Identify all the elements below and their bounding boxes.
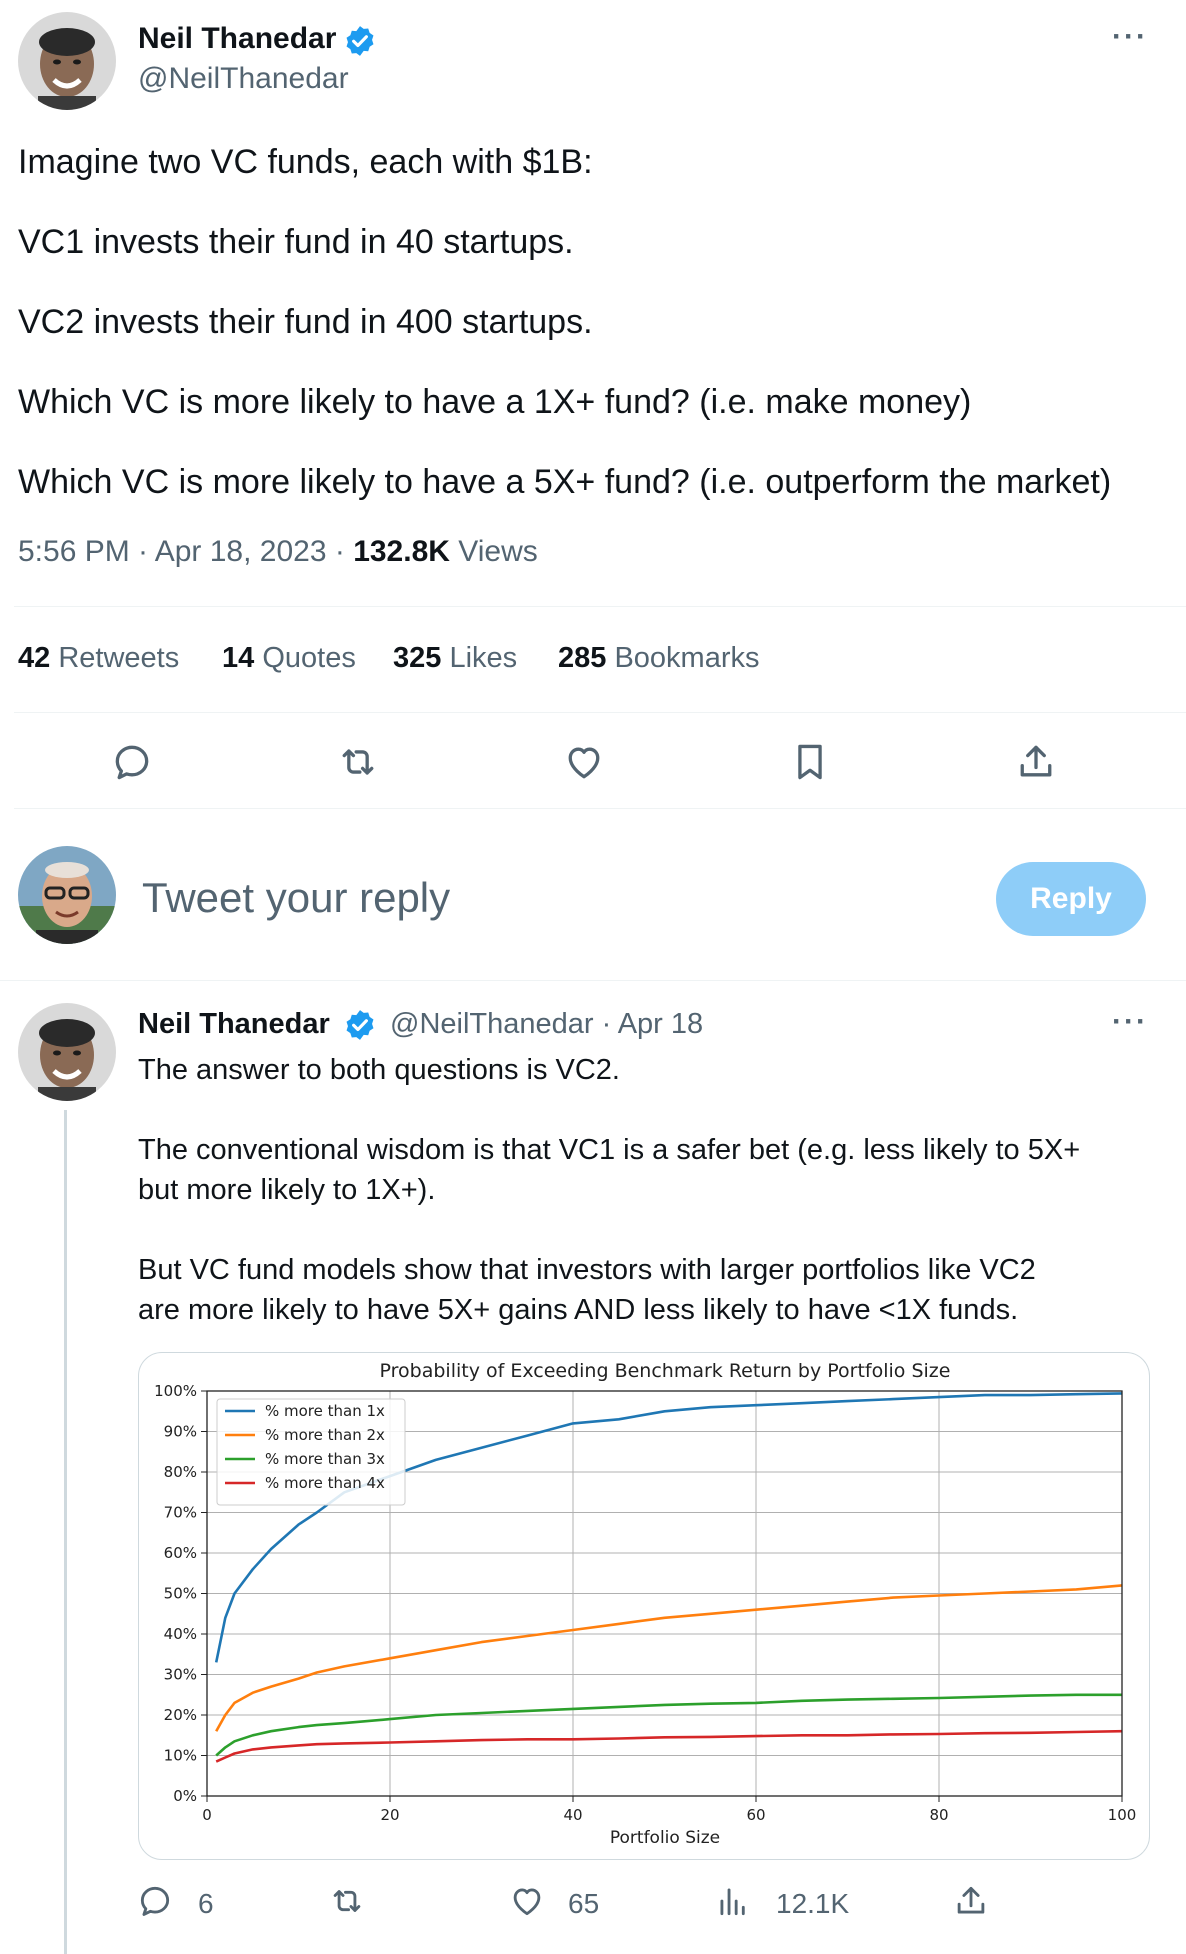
reply-input[interactable]: Tweet your reply (142, 874, 450, 922)
series-line-2 (215, 1584, 1123, 1732)
y-tick-label: 50% (164, 1585, 197, 1603)
y-tick-label: 40% (164, 1625, 197, 1643)
likes-stat[interactable]: 325 Likes (393, 642, 517, 675)
reply-line-1: The answer to both questions is VC2. (138, 1054, 620, 1086)
views-icon[interactable] (714, 1882, 752, 1920)
bookmark-icon[interactable] (788, 740, 832, 784)
reply-line-2: The conventional wisdom is that VC1 is a… (138, 1134, 1081, 1166)
y-tick-label: 10% (164, 1747, 197, 1765)
chart-svg: Probability of Exceeding Benchmark Retur… (154, 1360, 1137, 1848)
y-tick-label: 80% (164, 1463, 197, 1481)
retweet-icon[interactable] (336, 740, 380, 784)
current-user-avatar[interactable] (18, 846, 116, 944)
tweet-line-2: VC1 invests their fund in 40 startups. (18, 223, 574, 261)
y-tick-label: 0% (173, 1787, 197, 1805)
x-tick-label: 0 (202, 1806, 212, 1824)
tweet-line-4: Which VC is more likely to have a 1X+ fu… (18, 383, 972, 421)
tweet-timestamp[interactable]: 5:56 PM · Apr 18, 2023 · (18, 535, 353, 568)
chart-title: Probability of Exceeding Benchmark Retur… (380, 1360, 951, 1382)
legend-entry: % more than 2x (265, 1426, 385, 1444)
reply-author-avatar[interactable] (18, 1003, 116, 1101)
reply-button[interactable]: Reply (996, 862, 1146, 936)
tweet-line-3: VC2 invests their fund in 400 startups. (18, 303, 593, 341)
reply-count: 6 (198, 1888, 214, 1919)
divider (14, 712, 1186, 713)
views-label: Views (449, 535, 538, 568)
divider (0, 980, 1186, 981)
y-tick-label: 70% (164, 1504, 197, 1522)
x-tick-label: 80 (929, 1806, 948, 1824)
divider (14, 606, 1186, 607)
reply-author-handle[interactable]: @NeilThanedar · Apr 18 (390, 1008, 703, 1041)
like-count: 65 (568, 1888, 600, 1919)
tweet-line-1: Imagine two VC funds, each with $1B: (18, 143, 593, 181)
y-tick-label: 20% (164, 1706, 197, 1724)
x-tick-label: 40 (563, 1806, 582, 1824)
tweet-line-5: Which VC is more likely to have a 5X+ fu… (18, 463, 1112, 501)
reply-author-name[interactable]: Neil Thanedar (138, 1008, 330, 1041)
retweets-stat[interactable]: 42 Retweets (18, 642, 179, 675)
chart-image[interactable]: Probability of Exceeding Benchmark Retur… (138, 1352, 1150, 1860)
y-tick-label: 60% (164, 1544, 197, 1562)
reply-line-5: are more likely to have 5X+ gains AND le… (138, 1294, 1019, 1326)
y-tick-label: 30% (164, 1666, 197, 1684)
reply-line-3: but more likely to 1X+). (138, 1174, 436, 1206)
divider (14, 808, 1186, 809)
legend-entry: % more than 4x (265, 1474, 385, 1492)
verified-badge-icon (343, 24, 377, 58)
reply-icon[interactable] (136, 1882, 174, 1920)
x-tick-label: 60 (746, 1806, 765, 1824)
more-options-icon[interactable]: ··· (1112, 20, 1148, 54)
series-line-3 (215, 1693, 1122, 1757)
x-tick-label: 100 (1108, 1806, 1137, 1824)
retweet-icon[interactable] (328, 1882, 366, 1920)
author-handle[interactable]: @NeilThanedar (138, 62, 349, 96)
views-count: 132.8K (353, 535, 450, 568)
series-line-4 (215, 1729, 1123, 1763)
author-avatar[interactable] (18, 12, 116, 110)
tweet-meta: 5:56 PM · Apr 18, 2023 · 132.8K Views (18, 535, 538, 569)
chart-x-axis-label: Portfolio Size (610, 1828, 720, 1848)
verified-badge-icon (343, 1008, 377, 1042)
like-icon[interactable] (562, 740, 606, 784)
reply-line-4: But VC fund models show that investors w… (138, 1254, 1036, 1286)
reply-more-options-icon[interactable]: ··· (1112, 1005, 1148, 1039)
legend-entry: % more than 3x (265, 1450, 385, 1468)
y-tick-label: 100% (154, 1382, 197, 1400)
thread-line (64, 1110, 67, 1954)
x-tick-label: 20 (380, 1806, 399, 1824)
like-icon[interactable] (508, 1882, 546, 1920)
views-count: 12.1K (776, 1888, 850, 1919)
quotes-stat[interactable]: 14 Quotes (222, 642, 356, 675)
author-name[interactable]: Neil Thanedar (138, 22, 336, 56)
bookmarks-stat[interactable]: 285 Bookmarks (558, 642, 760, 675)
y-tick-label: 90% (164, 1423, 197, 1441)
share-icon[interactable] (952, 1882, 990, 1920)
legend-entry: % more than 1x (265, 1402, 385, 1420)
share-icon[interactable] (1014, 740, 1058, 784)
reply-icon[interactable] (110, 740, 154, 784)
